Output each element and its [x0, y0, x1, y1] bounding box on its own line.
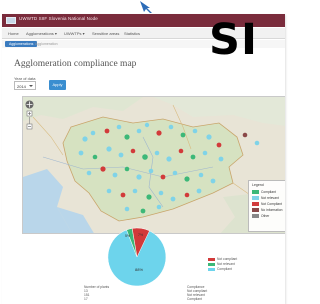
- pie-label-not-relevant: 5%: [125, 234, 130, 238]
- table-cell: 17: [84, 297, 88, 301]
- nav-item-statistics[interactable]: Statistics: [124, 31, 140, 36]
- legend-swatch: [252, 208, 259, 212]
- nav-item-home[interactable]: Home: [8, 31, 19, 36]
- pie-legend-label: Not compliant: [217, 257, 238, 261]
- chevron-down-icon: [29, 85, 33, 87]
- compliance-pie-chart: 88% 5% 7%: [106, 226, 168, 288]
- pie-legend-swatch: [208, 258, 215, 261]
- apply-button[interactable]: Apply: [49, 80, 66, 90]
- zoom-in-icon[interactable]: [26, 110, 33, 117]
- nav-item-sensitive-areas[interactable]: Sensitive areas: [92, 31, 119, 36]
- pie-legend-swatch: [208, 268, 215, 271]
- pie-label-compliant: 88%: [135, 267, 143, 272]
- legend-label: Not relevant: [261, 196, 279, 200]
- pie-legend-item: Compliant: [208, 267, 258, 272]
- table-cell: Compliant: [187, 297, 202, 301]
- year-select-value: 2014: [17, 84, 26, 89]
- compliance-stats-table: Number of plants Compliance 13 Not compl…: [84, 285, 234, 301]
- legend-label: Other: [261, 214, 270, 218]
- page-title: Agglomeration compliance map: [14, 59, 137, 69]
- agglomeration-map[interactable]: Legend Compliant Not relevant Not Compli…: [22, 96, 285, 234]
- legend-swatch: [252, 214, 259, 218]
- site-title: UWWTD SIIF Slovenia National Node: [19, 16, 98, 21]
- pie-label-not-compliant: 7%: [138, 233, 143, 237]
- legend-item: Other: [252, 213, 284, 219]
- breadcrumb-next[interactable]: Agglomeration: [35, 42, 58, 46]
- country-code-label: SI: [209, 15, 258, 65]
- table-row: 17 Compliant: [84, 297, 234, 301]
- legend-label: Not Compliant: [261, 202, 282, 206]
- screenshot-stage: UWWTD SIIF Slovenia National Node Home A…: [0, 0, 300, 304]
- legend-label: No information: [261, 208, 283, 212]
- map-legend: Legend Compliant Not relevant Not Compli…: [248, 180, 285, 232]
- zoom-out-icon[interactable]: [26, 123, 33, 130]
- pie-legend-label: Compliant: [217, 267, 232, 271]
- map-controls: [25, 100, 34, 130]
- year-select[interactable]: 2014: [14, 81, 36, 90]
- arrow-pointer-icon: [140, 1, 152, 13]
- legend-title: Legend: [252, 183, 264, 187]
- breadcrumb-active[interactable]: Agglomerations: [5, 41, 38, 47]
- pie-legend-label: Not relevant: [217, 262, 235, 266]
- nav-item-agglomerations[interactable]: Agglomerations ▾: [26, 31, 57, 36]
- legend-swatch: [252, 202, 259, 206]
- pie-legend: Not compliant Not relevant Compliant: [208, 257, 258, 272]
- pie-legend-swatch: [208, 263, 215, 266]
- pan-icon[interactable]: [25, 100, 34, 109]
- site-logo: [6, 17, 16, 24]
- legend-swatch: [252, 190, 259, 194]
- nav-item-uwwtps[interactable]: UWWTPs ▾: [64, 31, 85, 36]
- legend-swatch: [252, 196, 259, 200]
- legend-label: Compliant: [261, 190, 276, 194]
- map-canvas: [23, 97, 285, 233]
